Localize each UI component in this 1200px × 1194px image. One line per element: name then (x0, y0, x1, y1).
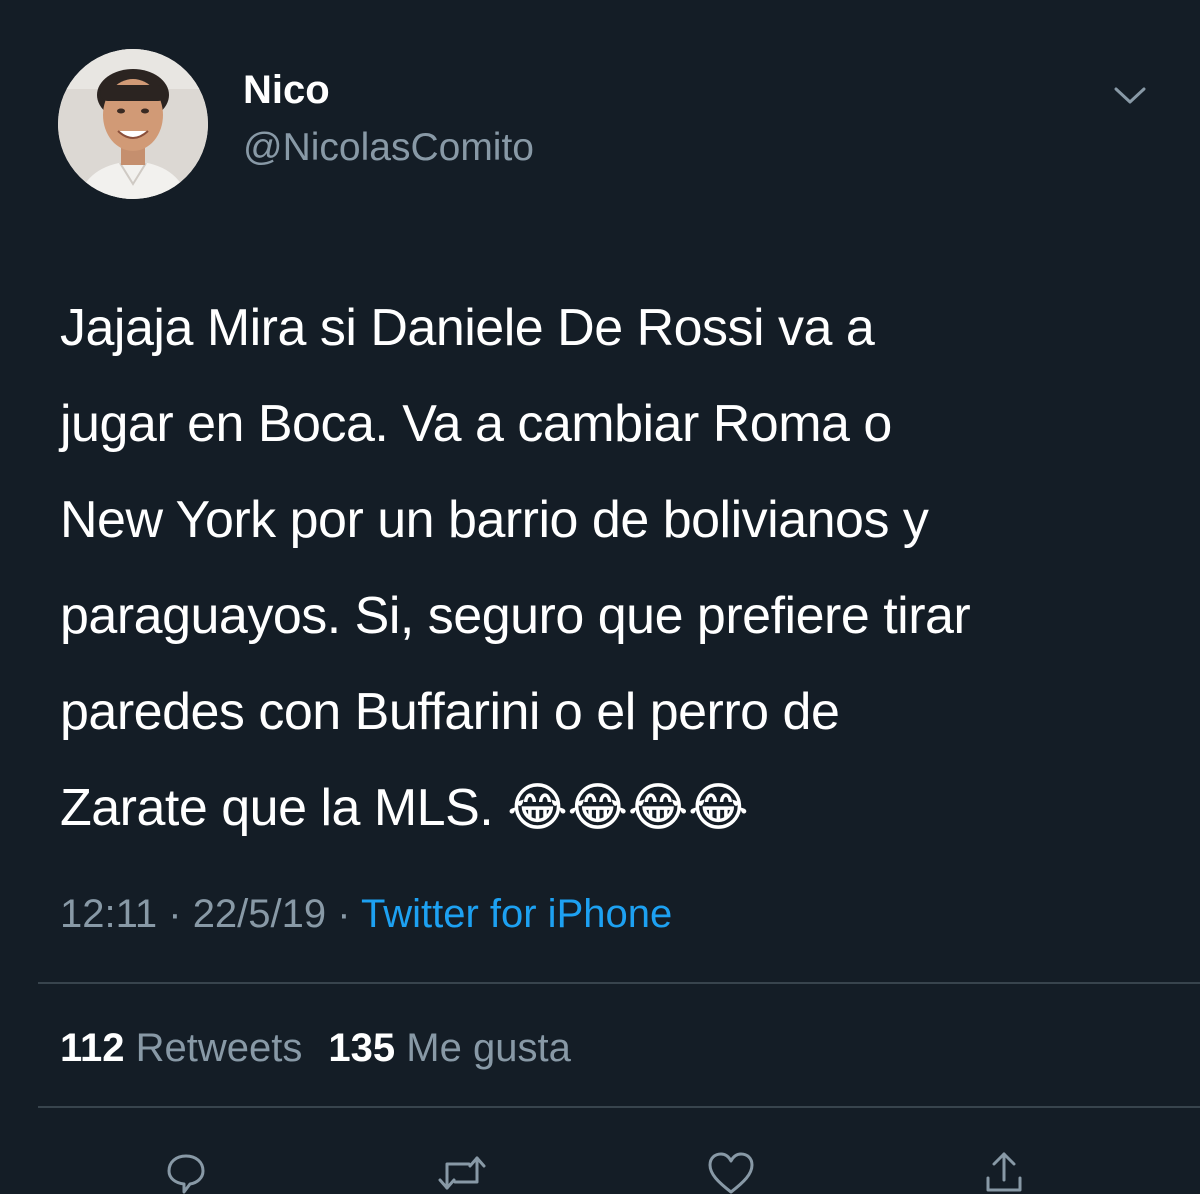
tweet-date: 22/5/19 (192, 892, 327, 936)
reply-icon (167, 1154, 205, 1194)
retweets-stat[interactable]: 112 Retweets (60, 1022, 302, 1074)
share-button[interactable] (974, 1150, 1034, 1194)
tweet-meta: 12:11 · 22/5/19 · Twitter for iPhone (60, 888, 672, 940)
user-avatar-image (58, 49, 208, 199)
divider (38, 982, 1200, 984)
retweet-icon (438, 1156, 486, 1190)
likes-stat[interactable]: 135 Me gusta (328, 1022, 570, 1074)
reply-button[interactable] (156, 1150, 216, 1194)
retweets-label: Retweets (135, 1026, 303, 1070)
tweet-source-link[interactable]: Twitter for iPhone (361, 892, 672, 936)
likes-label: Me gusta (406, 1026, 571, 1070)
divider (38, 1106, 1200, 1108)
like-button[interactable] (701, 1150, 761, 1194)
share-icon (986, 1152, 1022, 1192)
user-display-name[interactable]: Nico (243, 66, 330, 114)
tweet-actions-bar (0, 1150, 1200, 1194)
retweets-count: 112 (60, 1026, 125, 1070)
tweet-options-button[interactable] (1108, 78, 1152, 114)
tweet-stats: 112 Retweets 135 Me gusta (60, 1022, 571, 1074)
like-icon (708, 1152, 754, 1194)
chevron-down-icon (1114, 87, 1146, 104)
avatar[interactable] (58, 49, 208, 199)
tweet-text: Jajaja Mira si Daniele De Rossi va a jug… (60, 299, 971, 837)
meta-separator: · (326, 892, 361, 936)
tweet-time: 12:11 (60, 892, 158, 936)
retweet-button[interactable] (432, 1150, 492, 1194)
meta-separator: · (157, 892, 193, 936)
likes-count: 135 (328, 1026, 396, 1070)
user-handle[interactable]: @NicolasComito (243, 124, 534, 172)
